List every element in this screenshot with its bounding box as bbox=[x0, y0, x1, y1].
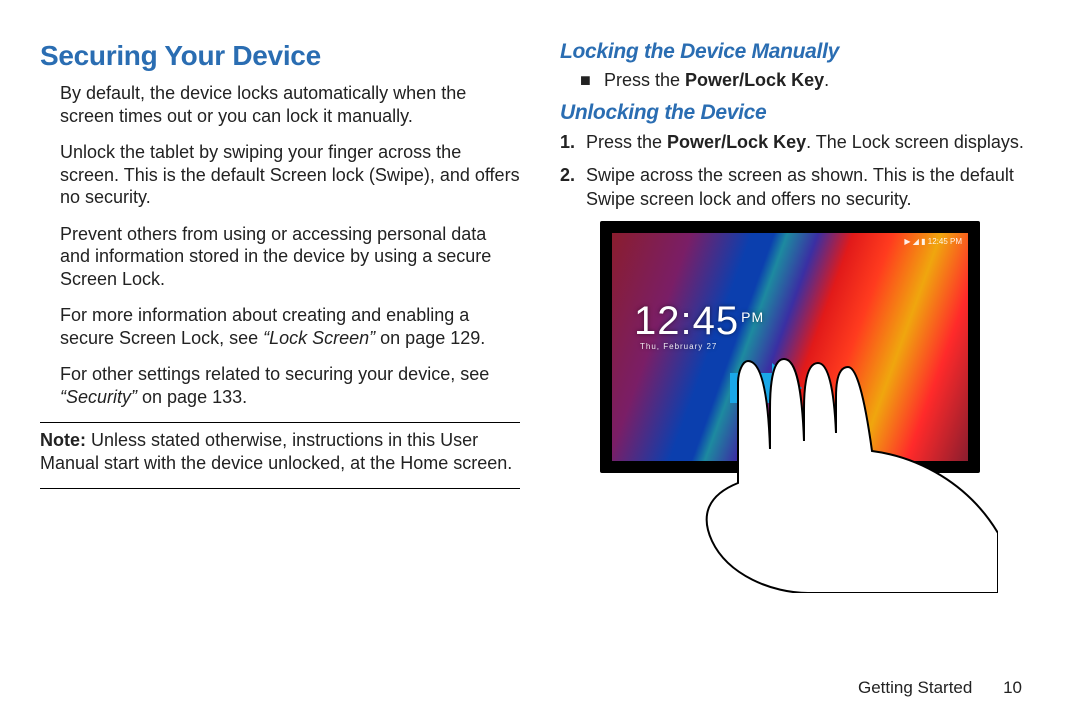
left-column: Securing Your Device By default, the dev… bbox=[40, 30, 520, 495]
text: . The Lock screen displays. bbox=[806, 132, 1024, 152]
text: . bbox=[824, 70, 829, 90]
page-footer: Getting Started 10 bbox=[858, 678, 1022, 698]
subheading: Locking the Device Manually bbox=[560, 40, 1040, 64]
text: on page 129. bbox=[375, 328, 485, 348]
bullet-item: ■ Press the Power/Lock Key. bbox=[560, 70, 1040, 91]
divider bbox=[40, 488, 520, 489]
clock-date: Thu, February 27 bbox=[634, 342, 764, 351]
right-column: Locking the Device Manually ■ Press the … bbox=[560, 30, 1040, 495]
status-bar: ▶ ◢ ▮ 12:45 PM bbox=[904, 237, 962, 246]
paragraph: Prevent others from using or accessing p… bbox=[60, 223, 520, 291]
note-text: Unless stated otherwise, instructions in… bbox=[40, 430, 512, 473]
hand-icon bbox=[688, 353, 998, 593]
text: For other settings related to securing y… bbox=[60, 364, 489, 384]
text: on page 133. bbox=[137, 387, 247, 407]
page-title: Securing Your Device bbox=[40, 40, 520, 72]
lock-clock: 12:45PM Thu, February 27 bbox=[634, 299, 764, 351]
bullet-marker: ■ bbox=[580, 70, 604, 91]
note-label: Note: bbox=[40, 430, 91, 450]
text: Press the bbox=[586, 132, 667, 152]
paragraph: For more information about creating and … bbox=[60, 304, 520, 349]
page-number: 10 bbox=[1003, 678, 1022, 697]
cross-reference: “Security” bbox=[60, 387, 137, 407]
section-name: Getting Started bbox=[858, 678, 972, 697]
subheading: Unlocking the Device bbox=[560, 101, 1040, 125]
paragraph: By default, the device locks automatical… bbox=[60, 82, 520, 127]
text-bold: Power/Lock Key bbox=[667, 132, 806, 152]
ordered-steps: Press the Power/Lock Key. The Lock scree… bbox=[560, 131, 1040, 211]
step-item: Swipe across the screen as shown. This i… bbox=[580, 164, 1040, 211]
clock-ampm: PM bbox=[741, 309, 764, 325]
bullet-text: Press the Power/Lock Key. bbox=[604, 70, 829, 91]
divider bbox=[40, 422, 520, 423]
text-bold: Power/Lock Key bbox=[685, 70, 824, 90]
clock-time: 12:45 bbox=[634, 299, 739, 343]
step-item: Press the Power/Lock Key. The Lock scree… bbox=[580, 131, 1040, 154]
tablet-illustration: ▶ ◢ ▮ 12:45 PM 12:45PM Thu, February 27 bbox=[600, 221, 980, 473]
note: Note: Unless stated otherwise, instructi… bbox=[40, 429, 520, 474]
cross-reference: “Lock Screen” bbox=[263, 328, 375, 348]
paragraph: For other settings related to securing y… bbox=[60, 363, 520, 408]
text: Press the bbox=[604, 70, 685, 90]
paragraph: Unlock the tablet by swiping your finger… bbox=[60, 141, 520, 209]
